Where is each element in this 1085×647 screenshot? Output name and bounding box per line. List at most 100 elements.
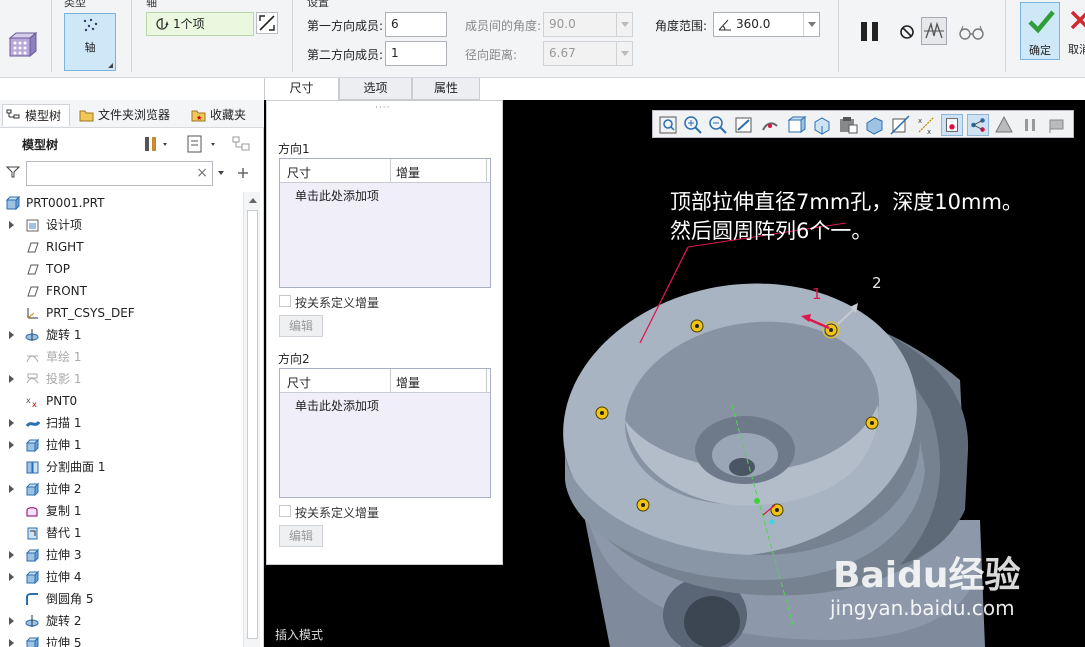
pattern-marker[interactable] <box>865 416 879 430</box>
tab-properties[interactable]: 属性 <box>412 78 480 100</box>
tree-item[interactable]: PRT_CSYS_DEF <box>0 302 244 324</box>
scrollbar-thumb[interactable] <box>247 210 258 639</box>
tab-dimensions[interactable]: 尺寸 <box>264 78 339 100</box>
expand-arrow-icon[interactable] <box>9 617 14 625</box>
appearance-icon[interactable] <box>993 114 1015 136</box>
settings-tools-icon[interactable] <box>143 134 171 154</box>
model-tree: PRT0001.PRT 设计项 RIGHT TOP FRONT PRT_CSYS_DEF 旋… <box>0 192 244 647</box>
expand-arrow-icon[interactable] <box>9 485 14 493</box>
add-item-link[interactable]: 单击此处添加项 <box>295 187 379 204</box>
tree-item[interactable]: 旋转 1 <box>0 324 244 346</box>
feature-preview-button[interactable] <box>921 17 947 45</box>
tree-item[interactable]: 复制 1 <box>0 500 244 522</box>
scroll-up-icon[interactable] <box>249 198 257 203</box>
second-members-input[interactable]: 1 <box>385 41 447 66</box>
tree-item[interactable]: 拉伸 5 <box>0 632 244 647</box>
panel-grip[interactable]: ···· <box>375 103 390 113</box>
view-manager-icon[interactable] <box>837 114 859 136</box>
display-style-icon[interactable] <box>785 114 807 136</box>
checkbox-label: 按关系定义增量 <box>295 506 380 520</box>
svg-text:★: ★ <box>196 114 202 122</box>
flip-direction-button[interactable] <box>256 12 278 34</box>
ok-button[interactable]: 确定 <box>1020 2 1060 60</box>
verify-preview-button[interactable] <box>957 17 984 45</box>
tree-item[interactable]: 替代 1 <box>0 522 244 544</box>
add-filter-icon[interactable] <box>236 166 250 180</box>
cancel-button[interactable]: 取消 <box>1066 2 1085 60</box>
column-dimension: 尺寸 <box>287 166 312 180</box>
pattern-marker[interactable] <box>690 319 704 333</box>
zoom-refit-icon[interactable] <box>657 114 679 136</box>
tree-item[interactable]: x x PNT0 <box>0 390 244 412</box>
tree-item[interactable]: 倒圆角 5 <box>0 588 244 610</box>
flag-icon[interactable] <box>1045 114 1067 136</box>
zoom-out-icon[interactable] <box>707 114 729 136</box>
checkbox[interactable] <box>279 505 291 517</box>
tree-item[interactable]: 拉伸 3 <box>0 544 244 566</box>
tree-item[interactable]: 拉伸 1 <box>0 434 244 456</box>
tree-item[interactable]: 分割曲面 1 <box>0 456 244 478</box>
axis-collector[interactable]: 1个项 <box>146 12 254 36</box>
zoom-in-icon[interactable] <box>682 114 704 136</box>
glasses-icon <box>959 25 984 40</box>
tab-model-tree-label: 模型树 <box>25 109 62 123</box>
revolve-icon <box>25 615 39 627</box>
direction-1-increment-table[interactable]: 尺寸 增量 单击此处添加项 <box>279 158 491 288</box>
tree-item[interactable]: 拉伸 4 <box>0 566 244 588</box>
direction-2-increment-table[interactable]: 尺寸 增量 单击此处添加项 <box>279 368 491 498</box>
tree-item[interactable]: 设计项 <box>0 214 244 236</box>
show-options-icon[interactable] <box>185 134 219 154</box>
annotation-display-icon[interactable] <box>941 114 963 136</box>
tree-item[interactable]: 草绘 1 <box>0 346 244 368</box>
tree-item[interactable]: FRONT <box>0 280 244 302</box>
repaint-icon[interactable] <box>733 114 755 136</box>
datum-display-icon[interactable]: xx <box>915 114 937 136</box>
tree-item[interactable]: 旋转 2 <box>0 610 244 632</box>
tab-folder-browser[interactable]: 文件夹浏览器 <box>76 104 180 126</box>
chevron-down-icon[interactable] <box>216 168 226 178</box>
tab-favorites[interactable]: ★ 收藏夹 <box>188 104 260 126</box>
tree-item[interactable]: 扫描 1 <box>0 412 244 434</box>
section-view-icon[interactable] <box>889 114 911 136</box>
pattern-marker[interactable] <box>770 503 784 517</box>
pause-button[interactable] <box>858 17 884 45</box>
expand-arrow-icon[interactable] <box>9 375 14 383</box>
pattern-marker[interactable] <box>595 406 609 420</box>
filter-icon[interactable] <box>6 165 20 179</box>
tab-model-tree[interactable]: 模型树 <box>2 104 70 126</box>
table-header: 尺寸 增量 <box>280 159 490 183</box>
add-item-link[interactable]: 单击此处添加项 <box>295 397 379 414</box>
ok-label: 确定 <box>1029 44 1051 57</box>
pattern-marker[interactable] <box>822 321 840 339</box>
tree-item[interactable]: 拉伸 2 <box>0 478 244 500</box>
tree-item[interactable]: 投影 1 <box>0 368 244 390</box>
tree-columns-icon[interactable] <box>230 134 252 154</box>
expand-arrow-icon[interactable] <box>9 639 14 647</box>
expand-arrow-icon[interactable] <box>9 551 14 559</box>
expand-arrow-icon[interactable] <box>9 221 14 229</box>
angle-range-select[interactable]: 360.0 <box>713 12 820 37</box>
feature-display-icon[interactable] <box>967 114 989 136</box>
tree-item[interactable]: RIGHT <box>0 236 244 258</box>
axis-type-button[interactable]: 轴 <box>64 13 116 71</box>
tab-options[interactable]: 选项 <box>339 78 412 100</box>
spin-center-icon[interactable] <box>759 114 781 136</box>
pause-animation-icon[interactable] <box>1019 114 1041 136</box>
checkbox[interactable] <box>279 295 291 307</box>
expand-arrow-icon[interactable] <box>9 573 14 581</box>
tree-item[interactable]: PRT0001.PRT <box>0 192 244 214</box>
pattern-marker[interactable] <box>636 498 650 512</box>
tree-item[interactable]: TOP <box>0 258 244 280</box>
saved-orientations-icon[interactable] <box>811 114 833 136</box>
expand-arrow-icon[interactable] <box>9 441 14 449</box>
group-label-settings: 设置 <box>307 0 329 9</box>
expand-arrow-icon[interactable] <box>9 419 14 427</box>
first-members-input[interactable]: 6 <box>385 12 447 37</box>
tree-search-input[interactable]: × <box>26 161 213 186</box>
expand-arrow-icon[interactable] <box>9 331 14 339</box>
pattern-grid-icon[interactable] <box>7 30 37 60</box>
clear-search-icon[interactable]: × <box>196 165 208 181</box>
no-preview-button[interactable] <box>895 17 921 45</box>
perspective-view-icon[interactable] <box>863 114 885 136</box>
tree-scrollbar[interactable] <box>243 192 260 647</box>
